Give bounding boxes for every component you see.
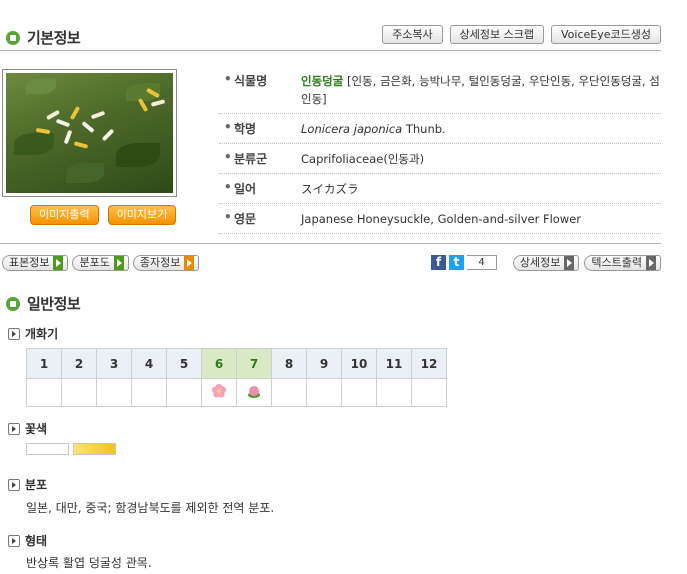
flower-bud-icon xyxy=(248,386,260,398)
basic-info-title: 기본정보 xyxy=(27,29,81,47)
flower-color-swatches xyxy=(26,443,116,455)
view-image-button[interactable]: 이미지보기 xyxy=(107,205,177,225)
month-6: 6 xyxy=(201,348,237,379)
facebook-icon[interactable]: f xyxy=(431,255,446,270)
month-cell-3 xyxy=(96,378,132,407)
general-info-header: 일반정보 xyxy=(6,293,81,314)
color-swatch-yellow xyxy=(73,443,116,455)
form-text: 반상록 활엽 덩굴성 관목. xyxy=(26,556,152,570)
month-5: 5 xyxy=(166,348,202,379)
chevron-right-icon xyxy=(8,478,20,491)
month-cell-4 xyxy=(131,378,167,407)
plant-name: 인동덩굴 xyxy=(301,74,344,88)
month-10: 10 xyxy=(341,348,377,379)
info-divider xyxy=(0,243,661,244)
info-row-plant-name: • 식물명 인동덩굴 [인동, 금은화, 능박나무, 털인동덩굴, 우단인동, 우… xyxy=(219,66,661,114)
month-cell-8 xyxy=(271,378,307,407)
info-row-family: • 분류군 Caprifoliaceae(인동과) xyxy=(219,144,661,174)
month-cell-1 xyxy=(26,378,62,407)
text-print-button[interactable]: 텍스트출력 xyxy=(584,255,661,271)
info-key: 일어 xyxy=(234,182,257,196)
chevron-right-icon xyxy=(8,534,20,547)
share-count: 4 xyxy=(467,255,497,270)
info-row-scientific-name: • 학명 Lonicera japonica Thunb. xyxy=(219,114,661,144)
detail-tab-bar: 표본정보 분포도 종자정보 xyxy=(2,255,200,271)
scientific-name: Lonicera japonica xyxy=(301,122,403,136)
month-cell-9 xyxy=(306,378,342,407)
print-image-button[interactable]: 이미지출력 xyxy=(30,205,99,225)
arrow-right-icon xyxy=(184,256,195,270)
plant-photo-image xyxy=(6,73,173,193)
month-7: 7 xyxy=(236,348,272,379)
month-cell-12 xyxy=(411,378,447,407)
info-row-english: • 영문 Japanese Honeysuckle, Golden-and-sil… xyxy=(219,204,661,234)
section-bullet-icon xyxy=(6,30,20,45)
info-key: 학명 xyxy=(234,122,257,136)
chevron-right-icon xyxy=(8,422,20,435)
header-divider xyxy=(0,50,661,51)
distribution-text: 일본, 대만, 중국; 함경남북도를 제외한 전역 분포. xyxy=(26,501,275,515)
arrow-right-icon xyxy=(113,256,124,270)
month-cell-6 xyxy=(201,378,237,407)
info-key: 분류군 xyxy=(234,152,268,166)
english-value: Japanese Honeysuckle, Golden-and-silver … xyxy=(301,212,582,226)
month-cell-5 xyxy=(166,378,202,407)
month-cell-2 xyxy=(61,378,97,407)
copy-address-button[interactable]: 주소복사 xyxy=(382,25,443,44)
chevron-right-icon xyxy=(8,327,20,340)
month-cell-7 xyxy=(236,378,272,407)
info-key: 영문 xyxy=(234,212,257,226)
color-swatch-white xyxy=(26,443,69,455)
top-button-group: 주소복사 상세정보 스크랩 VoiceEye코드생성 xyxy=(382,25,661,44)
month-8: 8 xyxy=(271,348,307,379)
arrow-right-icon xyxy=(564,256,575,270)
month-cell-10 xyxy=(341,378,377,407)
info-key: 식물명 xyxy=(234,74,268,88)
info-row-japanese: • 일어 スイカズラ xyxy=(219,174,661,204)
month-4: 4 xyxy=(131,348,167,379)
scrap-details-button[interactable]: 상세정보 스크랩 xyxy=(449,25,545,44)
distribution-header: 분포 xyxy=(8,476,47,493)
month-1: 1 xyxy=(26,348,62,379)
tab-distribution-map[interactable]: 분포도 xyxy=(72,255,129,271)
month-9: 9 xyxy=(306,348,342,379)
plant-photo[interactable] xyxy=(2,69,177,197)
twitter-icon[interactable]: t xyxy=(449,255,464,270)
month-12: 12 xyxy=(411,348,447,379)
arrow-right-icon xyxy=(646,256,656,270)
family-value: Caprifoliaceae(인동과) xyxy=(301,152,425,166)
form-header: 형태 xyxy=(8,532,47,549)
voiceeye-code-button[interactable]: VoiceEye코드생성 xyxy=(551,25,661,44)
month-2: 2 xyxy=(61,348,97,379)
section-bullet-icon xyxy=(6,296,20,311)
month-cell-11 xyxy=(376,378,412,407)
flower-color-header: 꽃색 xyxy=(8,420,47,437)
tab-specimen-info[interactable]: 표본정보 xyxy=(2,255,69,271)
tab-seed-info[interactable]: 종자정보 xyxy=(132,255,200,271)
month-11: 11 xyxy=(376,348,412,379)
social-share: f t 4 xyxy=(431,255,497,270)
flower-icon xyxy=(211,383,227,398)
arrow-right-icon xyxy=(53,256,64,270)
detail-button-group: 상세정보 텍스트출력 xyxy=(512,255,661,271)
month-3: 3 xyxy=(96,348,132,379)
basic-info-header: 기본정보 xyxy=(6,27,81,48)
plant-info-table: • 식물명 인동덩굴 [인동, 금은화, 능박나무, 털인동덩굴, 우단인동, 우… xyxy=(219,66,661,234)
japanese-value: スイカズラ xyxy=(301,182,359,196)
image-button-group: 이미지출력 이미지보기 xyxy=(30,205,177,225)
bloom-header: 개화기 xyxy=(8,325,58,342)
plant-synonyms: [인동, 금은화, 능박나무, 털인동덩굴, 우단인동, 우단인동덩굴, 섬인동… xyxy=(301,74,660,106)
general-info-title: 일반정보 xyxy=(27,295,81,313)
detail-info-button[interactable]: 상세정보 xyxy=(512,255,580,271)
bloom-month-table: 1 2 3 4 5 6 7 8 9 10 11 12 xyxy=(26,348,447,407)
scientific-author: Thunb. xyxy=(402,122,446,136)
